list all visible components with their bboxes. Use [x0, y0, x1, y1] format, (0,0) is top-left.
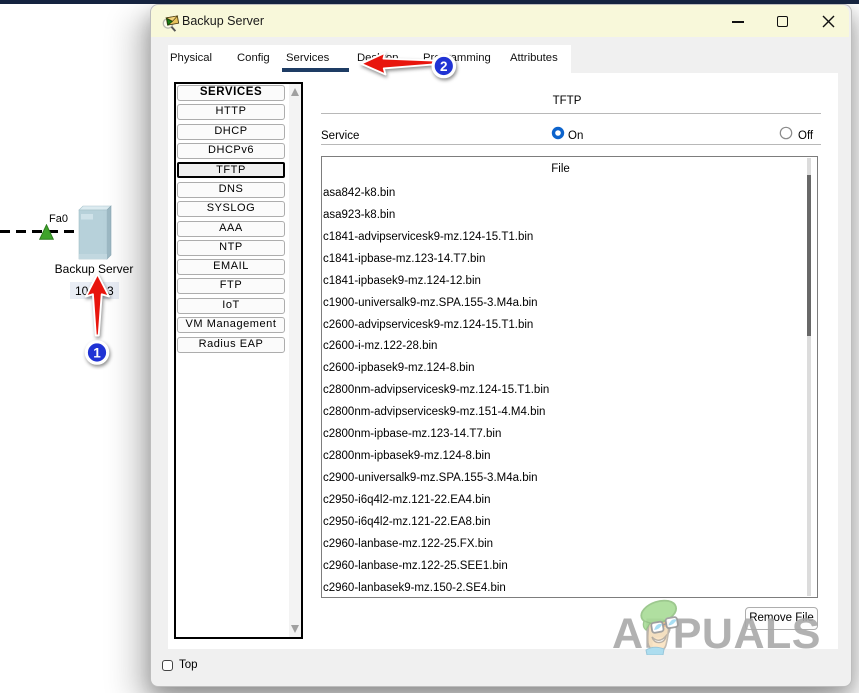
svg-text:2: 2: [440, 59, 448, 74]
svg-text:1: 1: [93, 346, 101, 361]
